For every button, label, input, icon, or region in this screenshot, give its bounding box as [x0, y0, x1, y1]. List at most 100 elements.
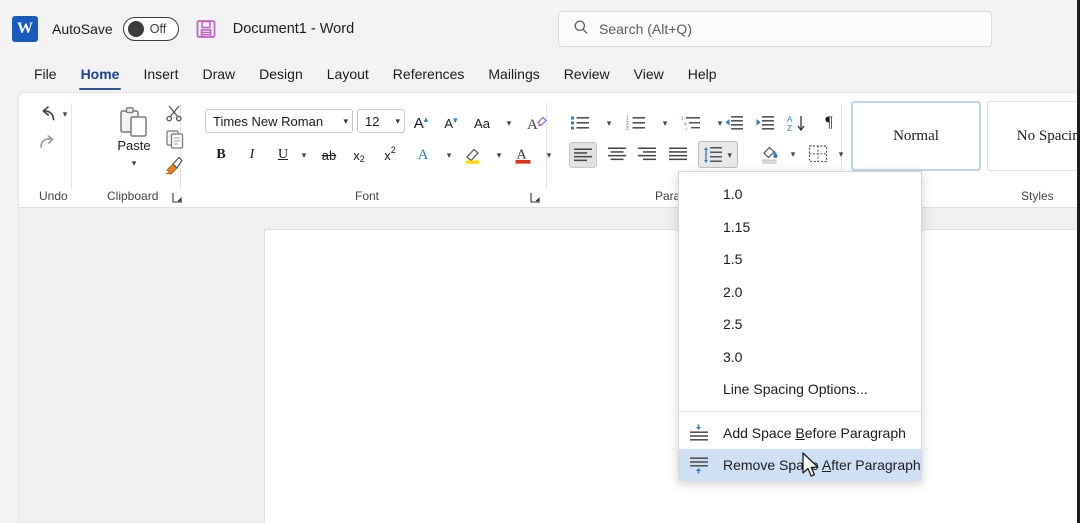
change-case-button[interactable]: Aa	[467, 111, 497, 135]
svg-text:3: 3	[626, 126, 629, 131]
autosave-label: AutoSave	[52, 21, 113, 37]
tab-design[interactable]: Design	[247, 62, 315, 88]
menu-item-spacing-1-0[interactable]: 1.0	[679, 178, 921, 211]
word-logo-icon: W	[12, 16, 38, 42]
sort-az-button[interactable]: A Z	[782, 111, 812, 135]
underline-chevron-down-icon[interactable]: ▾	[292, 143, 316, 167]
svg-text:A: A	[527, 117, 538, 132]
tab-help[interactable]: Help	[676, 62, 729, 88]
align-right-button[interactable]	[632, 142, 662, 166]
text-effects-chevron-down-icon[interactable]: ▾	[437, 143, 461, 167]
format-painter-button[interactable]	[160, 152, 188, 176]
menu-item-line-spacing-options[interactable]: Line Spacing Options...	[679, 373, 921, 406]
change-case-chevron-down-icon[interactable]: ▾	[497, 111, 521, 135]
word-logo-letter: W	[17, 20, 33, 38]
menu-item-spacing-2-5[interactable]: 2.5	[679, 308, 921, 341]
change-case-label: Aa	[474, 116, 490, 131]
style-normal-label: Normal	[893, 128, 939, 145]
formatting-marks-pilcrow-button[interactable]: ¶	[817, 111, 841, 135]
style-no-spacing[interactable]: No Spacing	[987, 101, 1080, 171]
clear-formatting-button[interactable]: A	[525, 111, 549, 135]
svg-text:i: i	[686, 126, 687, 131]
line-spacing-button[interactable]: ▾	[698, 141, 738, 168]
save-icon[interactable]	[195, 18, 217, 40]
tab-insert[interactable]: Insert	[131, 62, 190, 88]
menu-item-label: Line Spacing Options...	[723, 381, 868, 397]
document-title: Document1 - Word	[233, 21, 354, 37]
borders-chevron-down-icon[interactable]: ▾	[829, 142, 853, 166]
menu-item-spacing-1-15[interactable]: 1.15	[679, 211, 921, 244]
tab-references[interactable]: References	[381, 62, 477, 88]
align-center-button[interactable]	[602, 142, 632, 166]
font-color-button[interactable]: A	[511, 143, 535, 167]
tab-layout[interactable]: Layout	[315, 62, 381, 88]
menu-item-remove-space-after-paragraph[interactable]: Remove Space After Paragraph	[679, 449, 921, 481]
tab-review[interactable]: Review	[552, 62, 622, 88]
numbering-chevron-down-icon[interactable]: ▾	[653, 111, 677, 135]
document-page[interactable]	[264, 229, 1080, 523]
autosave-state-label: Off	[150, 22, 166, 36]
tab-home[interactable]: Home	[69, 62, 132, 88]
shrink-font-button[interactable]: A▾	[439, 111, 463, 135]
text-effects-button[interactable]: A	[411, 143, 435, 167]
menu-item-label: 2.5	[723, 316, 742, 332]
font-color-chevron-down-icon[interactable]: ▾	[537, 143, 561, 167]
font-size-chevron-down-icon[interactable]: ▾	[395, 116, 400, 127]
ribbon-tabs: File Home Insert Draw Design Layout Refe…	[0, 58, 1080, 92]
bold-button[interactable]: B	[209, 143, 233, 167]
justify-button[interactable]	[663, 142, 693, 166]
copy-button[interactable]	[162, 127, 188, 151]
align-left-button[interactable]	[569, 142, 597, 168]
strikethrough-button[interactable]: ab	[317, 143, 341, 167]
tab-mailings[interactable]: Mailings	[476, 62, 551, 88]
text-highlight-chevron-down-icon[interactable]: ▾	[487, 143, 511, 167]
paste-dropdown-chevron-down-icon[interactable]: ▾	[119, 155, 149, 171]
menu-item-spacing-2-0[interactable]: 2.0	[679, 276, 921, 309]
search-placeholder: Search (Alt+Q)	[599, 21, 692, 37]
search-box[interactable]: Search (Alt+Q)	[558, 11, 992, 47]
numbering-button[interactable]: 1 2 3	[621, 111, 651, 135]
multilevel-list-button[interactable]: 1 a i	[676, 111, 706, 135]
increase-indent-button[interactable]	[750, 111, 780, 135]
line-spacing-dropdown-menu[interactable]: 1.0 1.15 1.5 2.0 2.5 3.0 Line Spacing Op…	[678, 171, 922, 481]
style-no-spacing-label: No Spacing	[1017, 128, 1080, 145]
autosave-toggle[interactable]: Off	[123, 17, 179, 41]
menu-item-label: 1.15	[723, 219, 750, 235]
tab-draw[interactable]: Draw	[190, 62, 247, 88]
bullets-button[interactable]	[565, 111, 595, 135]
style-normal[interactable]: Normal	[851, 101, 981, 171]
decrease-indent-button[interactable]	[719, 111, 749, 135]
svg-text:Z: Z	[787, 124, 792, 132]
redo-button[interactable]	[33, 129, 61, 155]
menu-item-add-space-before-paragraph[interactable]: Add Space Before Paragraph	[679, 417, 921, 449]
font-name-value: Times New Roman	[213, 114, 339, 129]
title-bar: W AutoSave Off Document1 - Word	[0, 0, 1080, 58]
font-size-combo[interactable]: 12 ▾	[357, 109, 405, 133]
group-label-styles: Styles	[1021, 189, 1054, 203]
menu-item-spacing-3-0[interactable]: 3.0	[679, 341, 921, 374]
shading-chevron-down-icon[interactable]: ▾	[781, 142, 805, 166]
tab-view[interactable]: View	[622, 62, 676, 88]
menu-item-label: 3.0	[723, 349, 742, 365]
bullets-chevron-down-icon[interactable]: ▾	[597, 111, 621, 135]
font-name-combo[interactable]: Times New Roman ▾	[205, 109, 353, 133]
undo-dropdown-chevron-down-icon[interactable]: ▾	[63, 110, 68, 119]
menu-item-spacing-1-5[interactable]: 1.5	[679, 243, 921, 276]
italic-button[interactable]: I	[240, 143, 264, 167]
cut-button[interactable]	[162, 101, 186, 125]
subscript-button[interactable]: x2	[347, 143, 371, 167]
menu-item-label: 1.0	[723, 186, 742, 202]
superscript-button[interactable]: x2	[378, 143, 402, 167]
font-size-value: 12	[365, 114, 391, 129]
autosave-toggle-knob	[128, 21, 144, 37]
grow-font-button[interactable]: A▴	[409, 111, 433, 135]
undo-button[interactable]: ▾	[33, 101, 73, 127]
tab-file[interactable]: File	[22, 62, 69, 88]
word-window: W AutoSave Off Document1 - Word	[0, 0, 1080, 523]
paste-label: Paste	[111, 136, 157, 154]
line-spacing-chevron-down-icon[interactable]: ▾	[727, 151, 732, 160]
clipboard-dialog-launcher-icon[interactable]	[171, 191, 183, 203]
font-name-chevron-down-icon[interactable]: ▾	[343, 116, 348, 127]
font-dialog-launcher-icon[interactable]	[529, 191, 541, 203]
text-highlight-button[interactable]	[461, 143, 485, 167]
